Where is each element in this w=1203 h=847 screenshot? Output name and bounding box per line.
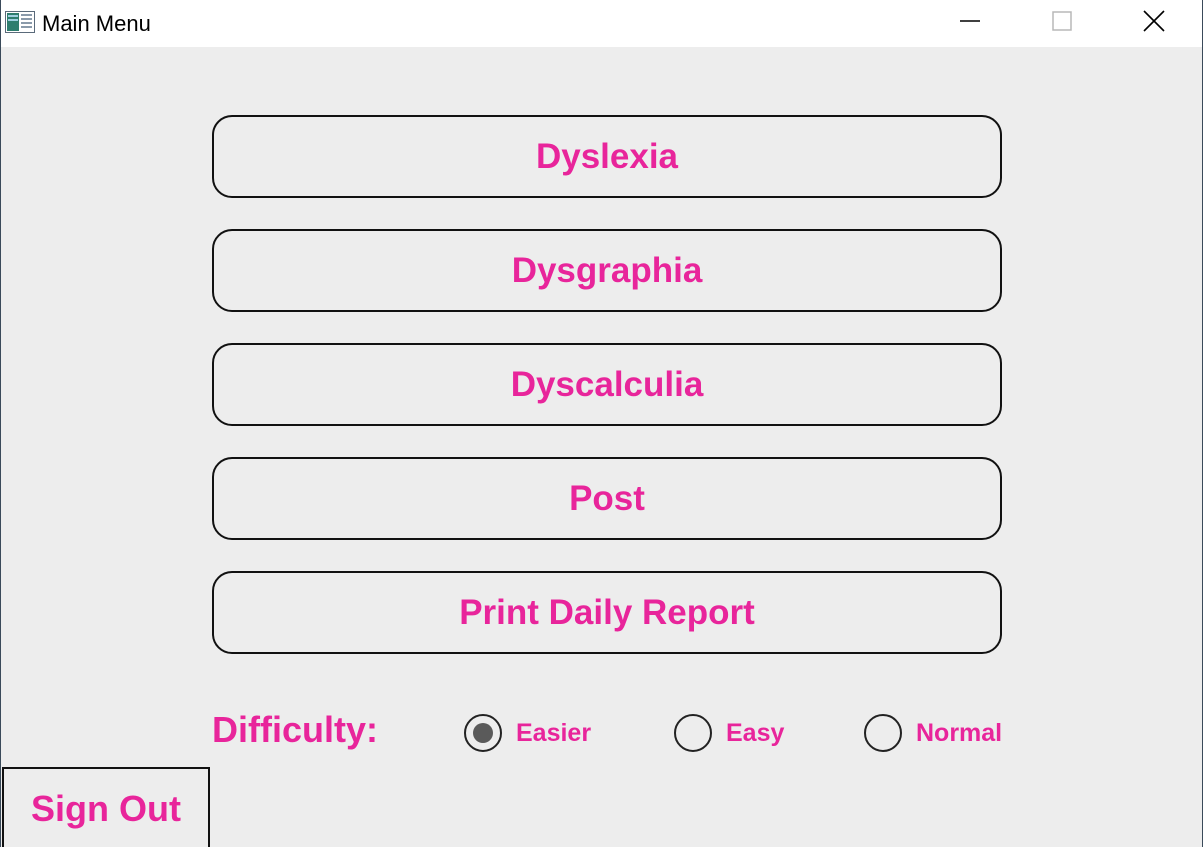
maximize-icon (1052, 11, 1072, 36)
close-button[interactable] (1131, 0, 1177, 47)
maximize-button[interactable] (1039, 0, 1085, 47)
title-bar[interactable]: Main Menu (1, 0, 1202, 47)
dyscalculia-button[interactable]: Dyscalculia (212, 343, 1002, 426)
difficulty-radio-easier[interactable]: Easier (464, 714, 591, 752)
difficulty-radio-easy[interactable]: Easy (674, 714, 784, 752)
radio-label-easy[interactable]: Easy (726, 719, 784, 748)
print-daily-report-button[interactable]: Print Daily Report (212, 571, 1002, 654)
app-window-icon (5, 11, 35, 33)
radio-selected-dot (473, 723, 493, 743)
difficulty-radio-normal[interactable]: Normal (864, 714, 1002, 752)
radio-label-normal[interactable]: Normal (916, 719, 1002, 748)
main-menu-window: Main Menu Dyslexia Dysgraphia Dyscalculi… (0, 0, 1203, 847)
close-icon (1143, 10, 1165, 37)
radio-label-easier[interactable]: Easier (516, 719, 591, 748)
minimize-button[interactable] (947, 0, 993, 47)
window-title: Main Menu (42, 11, 151, 36)
dyslexia-button[interactable]: Dyslexia (212, 115, 1002, 198)
dysgraphia-button[interactable]: Dysgraphia (212, 229, 1002, 312)
radio-button[interactable] (674, 714, 712, 752)
radio-button-selected[interactable] (464, 714, 502, 752)
minimize-icon (960, 11, 980, 36)
radio-button[interactable] (864, 714, 902, 752)
difficulty-label: Difficulty: (212, 709, 378, 750)
sign-out-button[interactable]: Sign Out (2, 767, 210, 847)
main-content: Dyslexia Dysgraphia Dyscalculia Post Pri… (1, 47, 1202, 847)
post-button[interactable]: Post (212, 457, 1002, 540)
